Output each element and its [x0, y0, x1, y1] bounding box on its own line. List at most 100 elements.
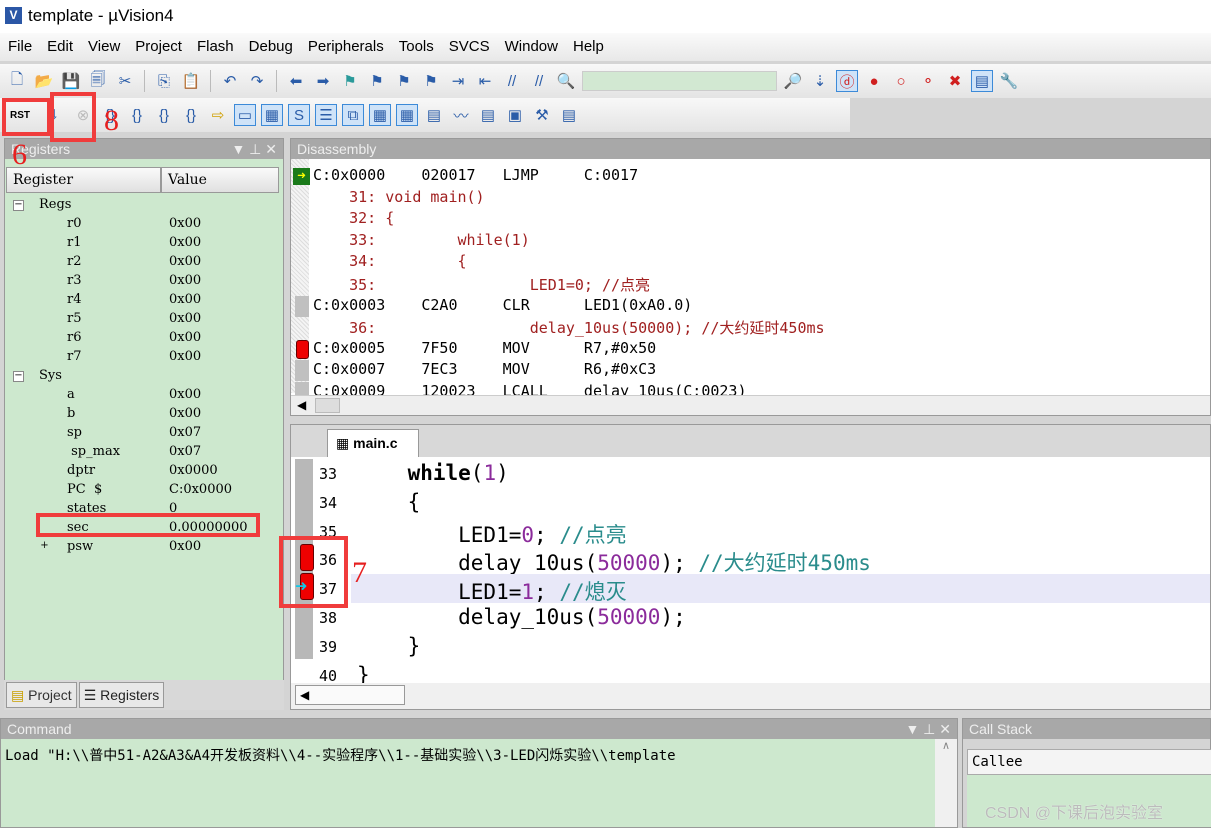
- redo-icon[interactable]: ↷: [246, 70, 268, 92]
- horizontal-scrollbar[interactable]: ◀: [291, 395, 1210, 415]
- register-row[interactable]: PC $ C:0x0000: [5, 482, 275, 501]
- register-row[interactable]: r4 0x00: [5, 292, 275, 311]
- menu-svcs[interactable]: SVCS: [449, 38, 490, 61]
- asm-line[interactable]: C:0x0003 C2A0 CLR LED1(0xA0.0): [313, 296, 692, 318]
- code-line[interactable]: delay_10us(50000); //大约延时450ms: [357, 547, 871, 576]
- serial-window-icon[interactable]: ▤: [423, 104, 445, 126]
- undo-icon[interactable]: ↶: [219, 70, 241, 92]
- toolbox-icon[interactable]: ⚒: [531, 104, 553, 126]
- open-folder-icon[interactable]: 📂: [33, 70, 55, 92]
- uncomment-icon[interactable]: //: [528, 70, 550, 92]
- panel-controls[interactable]: ▼ ⊥ ✕: [905, 721, 951, 737]
- register-row[interactable]: r7 0x00: [5, 349, 275, 368]
- debug-restore-views-icon[interactable]: ▤: [558, 104, 580, 126]
- registers-window-icon[interactable]: ☰: [315, 104, 337, 126]
- tab-registers[interactable]: ☰ Registers: [78, 682, 165, 708]
- trace-window-icon[interactable]: ▤: [477, 104, 499, 126]
- register-row[interactable]: sp_max 0x07: [5, 444, 275, 463]
- bookmark-icon[interactable]: ⚑: [339, 70, 361, 92]
- clear-bookmarks-icon[interactable]: ⚑: [420, 70, 442, 92]
- code-line[interactable]: while(1): [357, 461, 509, 490]
- code-line[interactable]: delay_10us(50000);: [357, 605, 686, 634]
- code-line[interactable]: LED1=1; //熄灭: [357, 576, 626, 605]
- source-line[interactable]: 31: void main(): [313, 188, 484, 210]
- unindent-icon[interactable]: ⇤: [474, 70, 496, 92]
- panel-controls[interactable]: ▼ ⊥ ✕: [231, 141, 277, 157]
- column-header-value[interactable]: Value: [161, 167, 279, 193]
- menu-flash[interactable]: Flash: [197, 38, 234, 61]
- code-line[interactable]: {: [357, 490, 421, 519]
- save-all-icon[interactable]: 🗐: [87, 70, 109, 92]
- asm-line[interactable]: C:0x0007 7EC3 MOV R6,#0xC3: [313, 360, 656, 382]
- register-row[interactable]: dptr 0x0000: [5, 463, 275, 482]
- analysis-window-icon[interactable]: 〰: [450, 104, 472, 126]
- find-icon[interactable]: 🔎: [782, 70, 804, 92]
- tab-project[interactable]: ▤ Project: [6, 682, 77, 708]
- menu-tools[interactable]: Tools: [399, 38, 434, 61]
- insert-breakpoint-icon[interactable]: ●: [863, 70, 885, 92]
- register-row[interactable]: + psw 0x00: [5, 539, 275, 558]
- system-viewer-icon[interactable]: ▣: [504, 104, 526, 126]
- new-file-icon[interactable]: 🗋: [6, 70, 28, 92]
- save-icon[interactable]: 💾: [60, 70, 82, 92]
- find-combobox[interactable]: [582, 71, 777, 91]
- register-row[interactable]: r0 0x00: [5, 216, 275, 235]
- watch-window-icon[interactable]: ▦: [369, 104, 391, 126]
- source-line[interactable]: 34: {: [313, 252, 466, 274]
- cut-icon[interactable]: ✂: [114, 70, 136, 92]
- run-to-cursor-icon[interactable]: {}: [180, 104, 202, 126]
- disable-breakpoints-icon[interactable]: ⚬: [917, 70, 939, 92]
- comment-icon[interactable]: //: [501, 70, 523, 92]
- collapse-icon[interactable]: −: [13, 371, 24, 382]
- window-layout-icon[interactable]: ▤: [971, 70, 993, 92]
- nav-back-icon[interactable]: ⬅: [285, 70, 307, 92]
- configure-icon[interactable]: 🔧: [998, 70, 1020, 92]
- copy-icon[interactable]: ⎘: [153, 70, 175, 92]
- menu-project[interactable]: Project: [135, 38, 182, 61]
- incremental-find-icon[interactable]: ⇣: [809, 70, 831, 92]
- column-header-register[interactable]: Register: [6, 167, 161, 193]
- find-in-files-icon[interactable]: 🔍: [555, 70, 577, 92]
- register-row[interactable]: r1 0x00: [5, 235, 275, 254]
- kill-breakpoints-icon[interactable]: ✖: [944, 70, 966, 92]
- indent-icon[interactable]: ⇥: [447, 70, 469, 92]
- disassembly-window-icon[interactable]: ▦: [261, 104, 283, 126]
- register-row[interactable]: r2 0x00: [5, 254, 275, 273]
- source-line[interactable]: 33: while(1): [313, 231, 530, 253]
- prev-bookmark-icon[interactable]: ⚑: [366, 70, 388, 92]
- menu-help[interactable]: Help: [573, 38, 604, 61]
- menu-file[interactable]: File: [8, 38, 32, 61]
- register-row[interactable]: r3 0x00: [5, 273, 275, 292]
- memory-window-icon[interactable]: ▦: [396, 104, 418, 126]
- nav-forward-icon[interactable]: ➡: [312, 70, 334, 92]
- step-out-icon[interactable]: {}: [153, 104, 175, 126]
- paste-icon[interactable]: 📋: [180, 70, 202, 92]
- register-row[interactable]: r6 0x00: [5, 330, 275, 349]
- symbols-window-icon[interactable]: S: [288, 104, 310, 126]
- tab-main-c[interactable]: ▦ main.c: [327, 429, 419, 457]
- menu-view[interactable]: View: [88, 38, 120, 61]
- next-bookmark-icon[interactable]: ⚑: [393, 70, 415, 92]
- editor-hscrollbar[interactable]: ◀: [291, 683, 1210, 709]
- register-row[interactable]: r5 0x00: [5, 311, 275, 330]
- register-row[interactable]: b 0x00: [5, 406, 275, 425]
- source-line[interactable]: 32: {: [313, 209, 394, 231]
- code-line[interactable]: LED1=0; //点亮: [357, 519, 626, 548]
- asm-line[interactable]: C:0x0005 7F50 MOV R7,#0x50: [313, 339, 656, 361]
- step-over-icon[interactable]: {}: [126, 104, 148, 126]
- collapse-icon[interactable]: −: [13, 200, 24, 211]
- vertical-scrollbar[interactable]: ∧: [935, 739, 957, 827]
- command-window-icon[interactable]: ▭: [234, 104, 256, 126]
- code-line[interactable]: }: [357, 634, 421, 663]
- expand-icon[interactable]: +: [39, 541, 50, 553]
- source-line[interactable]: 36: delay_10us(50000); //大约延时450ms: [313, 317, 824, 339]
- column-header-callee[interactable]: Callee: [967, 749, 1211, 775]
- enable-breakpoint-icon[interactable]: ○: [890, 70, 912, 92]
- register-row[interactable]: sp 0x07: [5, 425, 275, 444]
- menu-edit[interactable]: Edit: [47, 38, 73, 61]
- call-stack-window-icon[interactable]: ⧉: [342, 104, 364, 126]
- menu-window[interactable]: Window: [505, 38, 558, 61]
- source-line[interactable]: 35: LED1=0; //点亮: [313, 274, 650, 296]
- menu-debug[interactable]: Debug: [249, 38, 293, 61]
- register-row[interactable]: a 0x00: [5, 387, 275, 406]
